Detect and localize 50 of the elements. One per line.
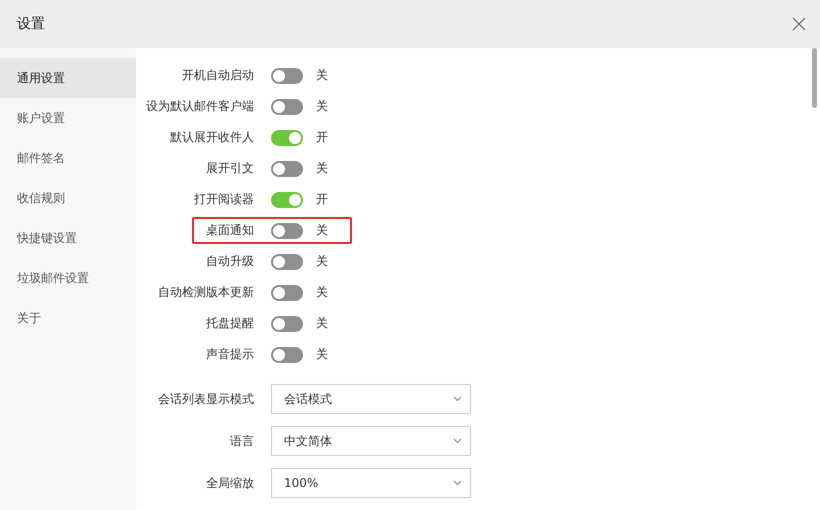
setting-label: 会话列表显示模式 [158,390,254,408]
scrollbar-thumb[interactable] [812,48,817,108]
sidebar-item[interactable]: 通用设置 [0,58,136,98]
sidebar-item[interactable]: 垃圾邮件设置 [0,258,136,298]
sidebar-item[interactable]: 账户设置 [0,98,136,138]
setting-label: 桌面通知 [206,222,254,239]
close-icon [792,17,806,31]
toggle-state-text: 关 [316,315,328,332]
setting-label: 打开阅读器 [194,191,254,208]
setting-label: 自动升级 [206,253,254,270]
toggle-switch[interactable] [271,254,303,270]
toggle-state-text: 关 [316,67,328,84]
toggle-state-text: 关 [316,222,328,239]
toggle-state-text: 关 [316,98,328,115]
toggle-switch[interactable] [271,222,303,238]
setting-label: 托盘提醒 [206,315,254,332]
toggle-state-text: 开 [316,191,328,208]
setting-label: 展开引文 [206,160,254,177]
toggle-switch[interactable] [271,192,303,208]
toggle-switch[interactable] [271,284,303,300]
setting-label: 开机自动启动 [182,67,254,84]
setting-label: 默认展开收件人 [170,129,254,146]
toggle-switch[interactable] [271,98,303,114]
toggle-state-text: 关 [316,346,328,363]
setting-label: 自动检测版本更新 [158,284,254,301]
toggle-state-text: 开 [316,129,328,146]
sidebar-item[interactable]: 关于 [0,298,136,338]
chevron-down-icon [453,438,462,444]
dropdown-select[interactable]: 中文简体 [271,426,471,456]
setting-label: 设为默认邮件客户端 [146,98,254,115]
toggle-switch[interactable] [271,68,303,84]
toggle-switch[interactable] [271,130,303,146]
sidebar-item[interactable]: 邮件签名 [0,138,136,178]
dropdown-select[interactable]: 会话模式 [271,384,471,414]
toggle-state-text: 关 [316,253,328,270]
sidebar-item[interactable]: 快捷键设置 [0,218,136,258]
dropdown-select[interactable]: 100% [271,468,471,498]
close-button[interactable] [790,15,808,33]
setting-label: 语言 [230,432,254,450]
chevron-down-icon [453,480,462,486]
toggle-switch[interactable] [271,160,303,176]
toggle-state-text: 关 [316,160,328,177]
window-title: 设置 [17,15,45,33]
toggle-switch[interactable] [271,346,303,362]
setting-label: 全局缩放 [206,474,254,492]
toggle-switch[interactable] [271,316,303,332]
chevron-down-icon [453,396,462,402]
toggle-state-text: 关 [316,284,328,301]
setting-label: 声音提示 [206,346,254,363]
sidebar-item[interactable]: 收信规则 [0,178,136,218]
